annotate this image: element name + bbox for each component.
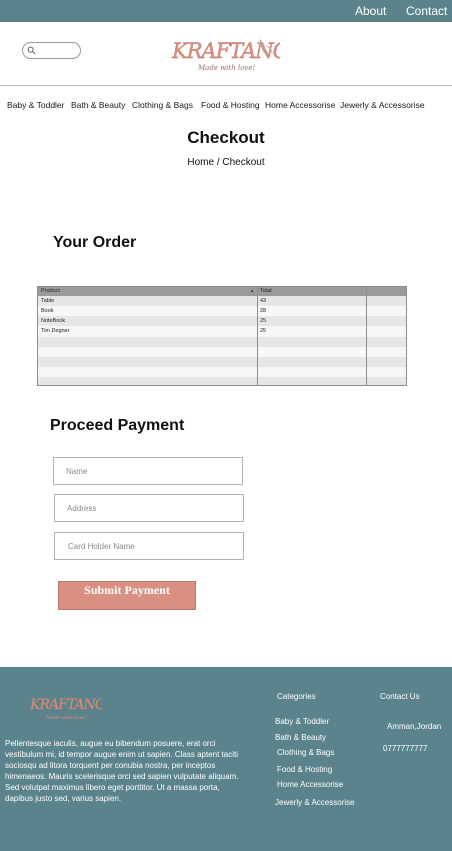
footer-category-food-hosting[interactable]: Food & Hosting	[277, 765, 332, 774]
table-row: Table 43	[38, 296, 406, 306]
top-bar: About Contact	[0, 0, 452, 22]
footer-logo[interactable]: KRAFTANGLE Made with love!	[28, 685, 102, 723]
nav-item-clothing-bags[interactable]: Clothing & Bags	[132, 100, 193, 110]
table-row-empty	[38, 347, 406, 357]
column-header-product[interactable]: Product	[41, 288, 60, 294]
footer-logo-tagline: Made with love!	[45, 715, 87, 721]
table-header: Product ▴ Total	[38, 287, 406, 296]
table-row-empty	[38, 357, 406, 367]
row-total: 25	[260, 318, 267, 324]
order-table: Product ▴ Total Table 43 Book 28 NoteBoo…	[37, 286, 407, 386]
footer-phone: 0777777777	[383, 744, 428, 753]
column-divider	[366, 287, 367, 385]
table-row-empty	[38, 377, 406, 385]
nav-item-baby-toddler[interactable]: Baby & Toddler	[7, 100, 65, 110]
table-row-empty	[38, 337, 406, 347]
sort-indicator-icon[interactable]: ▴	[251, 288, 254, 294]
row-product: NoteBook	[41, 318, 66, 324]
footer-description: Pellentesque iaculis, augue eu bibendum …	[5, 739, 239, 803]
nav-item-food-hosting[interactable]: Food & Hosting	[201, 100, 260, 110]
card-holder-name-field[interactable]	[54, 532, 244, 560]
footer-category-jewerly-accessorise[interactable]: Jewerly & Accessorise	[275, 798, 355, 807]
footer-category-home-accessorise[interactable]: Home Accessorise	[277, 780, 343, 789]
footer-logo-text: KRAFTANGLE	[29, 697, 102, 713]
proceed-payment-heading: Proceed Payment	[50, 417, 185, 434]
about-link[interactable]: About	[355, 4, 386, 18]
logo-tagline: Made with love!	[197, 64, 256, 72]
page-title: Checkout	[187, 128, 265, 147]
your-order-heading: Your Order	[53, 234, 137, 251]
row-total: 25	[260, 328, 267, 334]
site-header: KRAFTANGLE Made with love!	[0, 22, 452, 86]
row-product: Table	[41, 298, 55, 304]
table-row: NoteBook 25	[38, 316, 406, 326]
footer-location: Amman,Jordan	[387, 722, 442, 731]
brand-logo[interactable]: KRAFTANGLE Made with love!	[168, 32, 280, 76]
nav-item-jewerly-accessorise[interactable]: Jewerly & Accessorise	[340, 100, 425, 110]
row-total: 28	[260, 308, 267, 314]
search-input[interactable]	[22, 42, 81, 59]
submit-payment-button[interactable]: Submit Payment	[58, 581, 196, 610]
table-row: Book 28	[38, 306, 406, 316]
address-field[interactable]	[54, 494, 244, 522]
category-nav: Baby & Toddler Bath & Beauty Clothing & …	[0, 98, 452, 114]
breadcrumb: Home / Checkout	[187, 157, 265, 168]
table-row-empty	[38, 367, 406, 377]
row-product: Tim Degner	[41, 328, 70, 334]
footer-category-baby-toddler[interactable]: Baby & Toddler	[275, 717, 329, 726]
table-row: Tim Degner 25	[38, 326, 406, 336]
site-footer: KRAFTANGLE Made with love! Pellentesque …	[0, 667, 452, 851]
nav-item-home-accessorise[interactable]: Home Accessorise	[265, 100, 335, 110]
row-product: Book	[41, 308, 54, 314]
row-total: 43	[260, 298, 267, 304]
footer-category-clothing-bags[interactable]: Clothing & Bags	[277, 748, 334, 757]
column-header-total[interactable]: Total	[260, 288, 272, 294]
contact-link[interactable]: Contact	[406, 4, 447, 18]
name-field[interactable]	[53, 457, 243, 485]
footer-contact-heading: Contact Us	[380, 692, 420, 701]
footer-category-bath-beauty[interactable]: Bath & Beauty	[275, 733, 326, 742]
footer-categories-heading: Categories	[277, 692, 316, 701]
column-divider	[257, 287, 258, 385]
nav-item-bath-beauty[interactable]: Bath & Beauty	[71, 100, 125, 110]
search-icon	[27, 46, 36, 55]
